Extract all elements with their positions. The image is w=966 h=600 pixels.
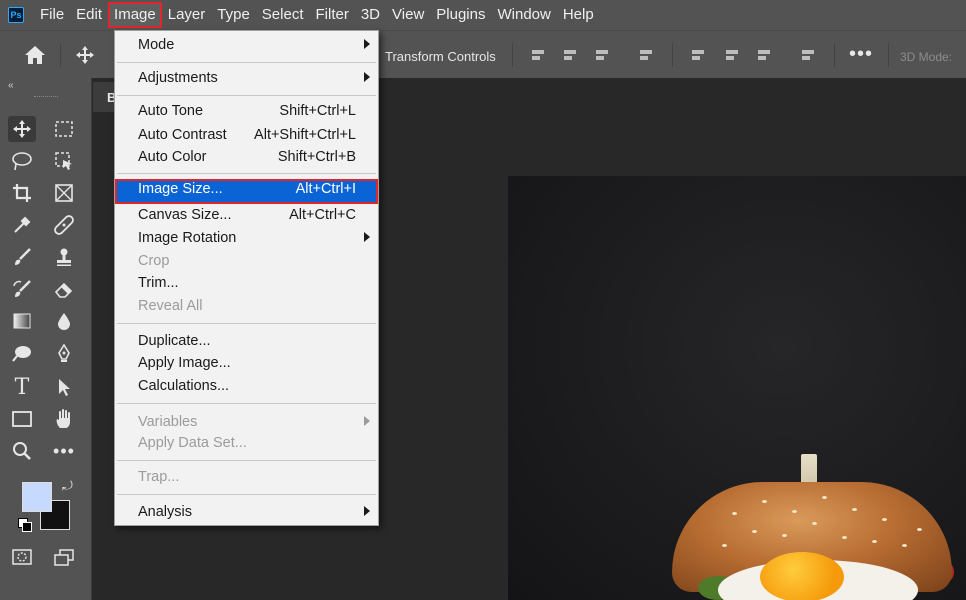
- menu-3d[interactable]: 3D: [355, 2, 386, 28]
- submenu-arrow-icon: [364, 416, 370, 426]
- align-right-icon[interactable]: [594, 48, 610, 62]
- transform-controls-label[interactable]: Transform Controls: [385, 49, 496, 64]
- menu-filter[interactable]: Filter: [310, 2, 355, 28]
- menu-item-analysis[interactable]: Analysis: [115, 502, 378, 524]
- submenu-arrow-icon: [364, 39, 370, 49]
- zoom-tool-icon[interactable]: [8, 438, 36, 464]
- default-colors-icon[interactable]: [18, 518, 32, 532]
- menu-item-auto-contrast[interactable]: Auto Contrast Alt+Shift+Ctrl+L: [115, 125, 378, 147]
- menu-edit[interactable]: Edit: [70, 2, 108, 28]
- menu-view[interactable]: View: [386, 2, 430, 28]
- eyedropper-tool-icon[interactable]: [8, 212, 36, 238]
- collapse-panel-icon[interactable]: «: [8, 80, 14, 91]
- distribute-vertical-icon[interactable]: [800, 48, 816, 62]
- blur-tool-icon[interactable]: [50, 308, 78, 334]
- crop-tool-icon[interactable]: [8, 180, 36, 206]
- menu-item-adjustments[interactable]: Adjustments: [115, 68, 378, 90]
- healing-brush-tool-icon[interactable]: [50, 212, 78, 238]
- tools-panel: « T ••• ⤾: [0, 78, 92, 600]
- home-icon[interactable]: [24, 45, 46, 70]
- align-top-icon[interactable]: [690, 48, 706, 62]
- menu-window[interactable]: Window: [491, 2, 556, 28]
- move-icon[interactable]: [75, 45, 95, 70]
- align-center-icon[interactable]: [562, 48, 578, 62]
- foreground-color-swatch[interactable]: [22, 482, 52, 512]
- menu-layer[interactable]: Layer: [162, 2, 212, 28]
- swap-colors-icon[interactable]: ⤾: [62, 478, 73, 494]
- menu-item-trap: Trap...: [138, 469, 180, 485]
- frame-tool-icon[interactable]: [50, 180, 78, 206]
- menu-plugins[interactable]: Plugins: [430, 2, 491, 28]
- fried-egg-yolk: [760, 552, 844, 600]
- history-brush-tool-icon[interactable]: [8, 276, 36, 302]
- menu-select[interactable]: Select: [256, 2, 310, 28]
- menu-item-calculations[interactable]: Calculations...: [115, 376, 378, 398]
- clone-stamp-tool-icon[interactable]: [50, 244, 78, 270]
- panel-grip[interactable]: [34, 96, 58, 99]
- eraser-tool-icon[interactable]: [50, 276, 78, 302]
- menu-image[interactable]: Image: [108, 2, 162, 28]
- align-middle-icon[interactable]: [724, 48, 740, 62]
- menu-item-apply-image[interactable]: Apply Image...: [115, 353, 378, 375]
- menu-bar: Ps File Edit Image Layer Type Select Fil…: [0, 0, 966, 30]
- menu-help[interactable]: Help: [557, 2, 600, 28]
- pen-tool-icon[interactable]: [50, 340, 78, 366]
- more-tools-icon[interactable]: •••: [50, 438, 78, 464]
- canvas-image[interactable]: [508, 176, 966, 600]
- menu-file[interactable]: File: [34, 2, 70, 28]
- menu-item-image-rotation[interactable]: Image Rotation: [115, 228, 378, 250]
- distribute-icon[interactable]: [638, 48, 654, 62]
- quick-mask-icon[interactable]: [8, 544, 36, 570]
- menu-item-reveal-all: Reveal All: [138, 298, 203, 314]
- object-selection-tool-icon[interactable]: [50, 148, 78, 174]
- type-tool-icon[interactable]: T: [8, 374, 36, 400]
- hand-tool-icon[interactable]: [50, 406, 78, 432]
- photoshop-logo: Ps: [8, 7, 24, 23]
- lasso-tool-icon[interactable]: [8, 148, 36, 174]
- menu-item-mode[interactable]: Mode: [115, 35, 378, 57]
- gradient-tool-icon[interactable]: [8, 308, 36, 334]
- marquee-tool-icon[interactable]: [50, 116, 78, 142]
- menu-item-duplicate[interactable]: Duplicate...: [115, 331, 378, 353]
- rectangle-tool-icon[interactable]: [8, 406, 36, 432]
- more-icon[interactable]: •••: [849, 43, 873, 66]
- move-tool-icon[interactable]: [8, 116, 36, 142]
- align-left-icon[interactable]: [530, 48, 546, 62]
- menu-type[interactable]: Type: [211, 2, 256, 28]
- align-bottom-icon[interactable]: [756, 48, 772, 62]
- menu-item-image-size[interactable]: Image Size... Alt+Ctrl+I: [115, 179, 378, 204]
- dodge-tool-icon[interactable]: [8, 340, 36, 366]
- menu-item-auto-color[interactable]: Auto Color Shift+Ctrl+B: [115, 147, 378, 169]
- submenu-arrow-icon: [364, 232, 370, 242]
- submenu-arrow-icon: [364, 506, 370, 516]
- menu-item-crop: Crop: [138, 253, 170, 269]
- brush-tool-icon[interactable]: [8, 244, 36, 270]
- menu-item-auto-tone[interactable]: Auto Tone Shift+Ctrl+L: [115, 101, 378, 123]
- menu-item-apply-data-set: Apply Data Set...: [138, 435, 247, 451]
- menu-item-trim[interactable]: Trim...: [115, 273, 378, 295]
- menu-item-canvas-size[interactable]: Canvas Size... Alt+Ctrl+C: [115, 205, 378, 227]
- menu-item-variables: Variables: [115, 412, 378, 434]
- screen-mode-icon[interactable]: [50, 544, 78, 570]
- path-selection-tool-icon[interactable]: [50, 374, 78, 400]
- 3d-mode-label: 3D Mode:: [900, 50, 953, 64]
- submenu-arrow-icon: [364, 72, 370, 82]
- image-menu-dropdown: Mode Adjustments Auto Tone Shift+Ctrl+L A…: [114, 30, 379, 526]
